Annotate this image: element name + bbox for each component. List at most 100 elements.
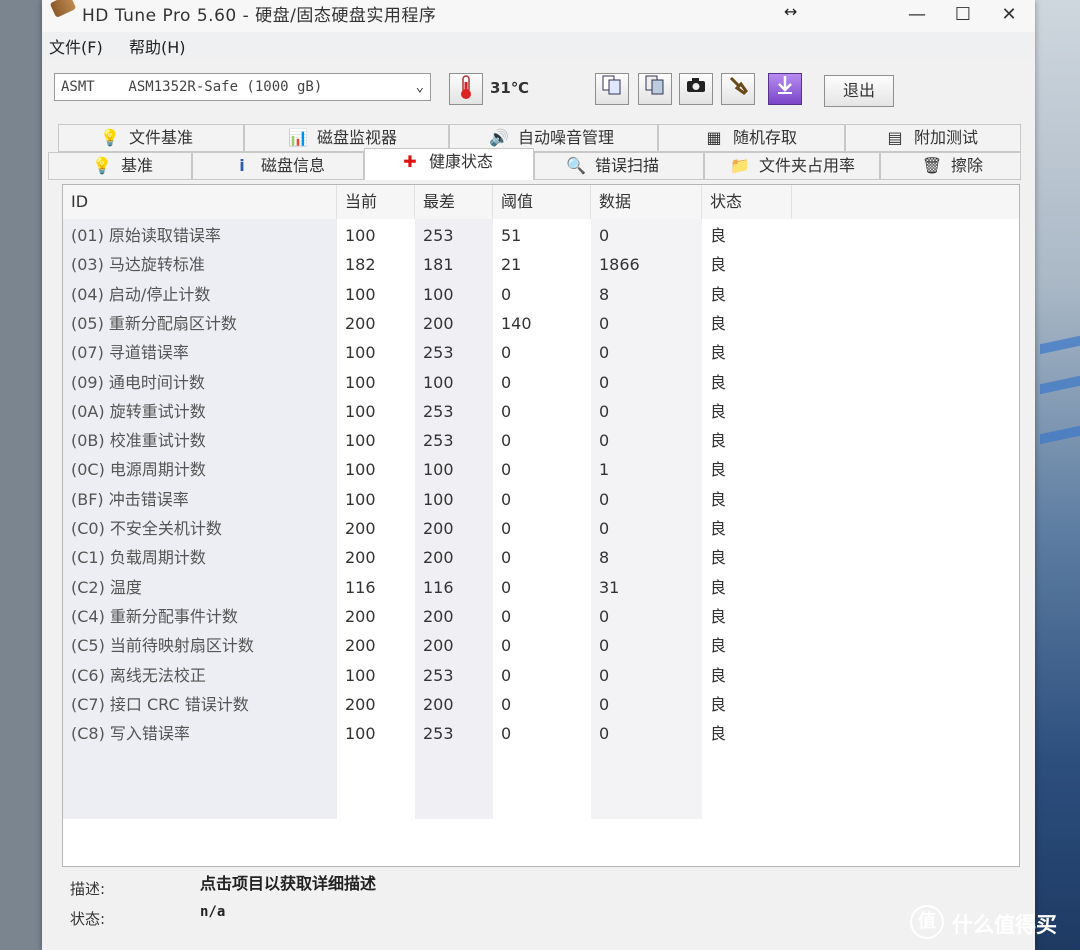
attribute-name: (C4) 重新分配事件计数 [71, 606, 238, 626]
data-value: 0 [599, 431, 610, 451]
table-row[interactable]: (C2) 温度 116 116 0 31 良 [63, 573, 1019, 602]
current-value: 100 [345, 226, 376, 245]
attribute-name: (04) 启动/停止计数 [71, 284, 211, 304]
table-row[interactable]: (07) 寻道错误率 100 253 0 0 良 [63, 338, 1019, 367]
table-row[interactable]: (C1) 负载周期计数 200 200 0 8 良 [63, 543, 1019, 572]
current-value: 182 [345, 255, 376, 275]
extra-tests-icon: ▤ [887, 128, 903, 147]
worst-value: 116 [423, 577, 454, 597]
table-header: ID 当前 最差 阈值 数据 状态 [63, 185, 1019, 219]
header-threshold[interactable]: 阈值 [493, 185, 591, 219]
drive-select[interactable]: ASMT ASM1352R-Safe (1000 gB) ⌄ [54, 73, 431, 101]
status-value: 良 [710, 665, 727, 685]
table-row[interactable]: (C0) 不安全关机计数 200 200 0 0 良 [63, 514, 1019, 543]
table-row[interactable]: (C5) 当前待映射扇区计数 200 200 0 0 良 [63, 631, 1019, 660]
toolbar: ASMT ASM1352R-Safe (1000 gB) ⌄ 31℃ 退出 [42, 58, 1035, 118]
tab-label: 磁盘监视器 [317, 128, 398, 147]
data-value: 0 [599, 606, 610, 626]
attribute-name: (0C) 电源周期计数 [71, 460, 206, 480]
tab-disk-info[interactable]: i 磁盘信息 [192, 152, 364, 180]
menu-file[interactable]: 文件(F) [49, 34, 103, 58]
app-window: HD Tune Pro 5.60 - 硬盘/固态硬盘实用程序 ↔ — ☐ ✕ 文… [42, 0, 1035, 950]
attribute-name: (C8) 写入错误率 [71, 724, 190, 744]
worst-value: 253 [423, 343, 454, 363]
threshold-value: 0 [501, 548, 512, 568]
tab-random-access[interactable]: ▦ 随机存取 [658, 124, 845, 152]
menu-help[interactable]: 帮助(H) [129, 34, 186, 58]
attribute-name: (09) 通电时间计数 [71, 372, 205, 392]
details-footer: 描述: 点击项目以获取详细描述 状态: n/a [42, 868, 1035, 950]
header-worst[interactable]: 最差 [415, 185, 493, 219]
temperature-readout: 31℃ [490, 79, 530, 97]
worst-value: 253 [423, 431, 454, 451]
tab-benchmark[interactable]: 💡 基准 [48, 152, 192, 180]
tab-folder-usage[interactable]: 📁 文件夹占用率 [704, 152, 880, 180]
tab-extra-tests[interactable]: ▤ 附加测试 [845, 124, 1021, 152]
current-value: 200 [345, 519, 376, 538]
table-row[interactable]: (03) 马达旋转标准 182 181 21 1866 良 [63, 250, 1019, 279]
table-row[interactable]: (C6) 离线无法校正 100 253 0 0 良 [63, 661, 1019, 690]
attribute-name: (C1) 负载周期计数 [71, 548, 206, 568]
watermark-logo: 值 [910, 905, 944, 939]
table-row[interactable]: (C7) 接口 CRC 错误计数 200 200 0 0 良 [63, 690, 1019, 719]
tab-label: 附加测试 [914, 128, 979, 147]
window-title: HD Tune Pro 5.60 - 硬盘/固态硬盘实用程序 [82, 6, 437, 26]
status-value: 良 [710, 431, 727, 451]
worst-value: 200 [423, 606, 454, 626]
table-row[interactable]: (0C) 电源周期计数 100 100 0 1 良 [63, 455, 1019, 484]
header-id[interactable]: ID [63, 185, 337, 219]
threshold-value: 0 [501, 460, 512, 480]
minimize-button[interactable]: — [894, 0, 940, 30]
table-row[interactable]: (05) 重新分配扇区计数 200 200 140 0 良 [63, 309, 1019, 338]
header-status[interactable]: 状态 [702, 185, 792, 219]
table-row[interactable]: (C4) 重新分配事件计数 200 200 0 0 良 [63, 602, 1019, 631]
options-button[interactable] [721, 73, 755, 105]
attribute-name: (C6) 离线无法校正 [71, 665, 206, 685]
copy-all-button[interactable] [638, 73, 672, 105]
header-current[interactable]: 当前 [337, 185, 415, 219]
tab-file-benchmark[interactable]: 💡 文件基准 [58, 124, 244, 152]
current-value: 100 [345, 372, 376, 392]
current-value: 100 [345, 489, 376, 509]
table-row[interactable]: (01) 原始读取错误率 100 253 51 0 良 [63, 221, 1019, 250]
tab-error-scan[interactable]: 🔍 错误扫描 [534, 152, 704, 180]
tab-label: 自动噪音管理 [518, 128, 615, 147]
attribute-name: (0B) 校准重试计数 [71, 431, 206, 451]
threshold-value: 0 [501, 665, 512, 685]
worst-value: 100 [423, 489, 454, 509]
random-access-icon: ▦ [706, 128, 722, 147]
table-row[interactable]: (C8) 写入错误率 100 253 0 0 良 [63, 719, 1019, 748]
threshold-value: 0 [501, 694, 512, 714]
current-value: 100 [345, 343, 376, 363]
tab-label: 磁盘信息 [261, 156, 326, 175]
table-row[interactable]: (09) 通电时间计数 100 100 0 0 良 [63, 368, 1019, 397]
save-button[interactable] [768, 73, 802, 105]
status-value: n/a [200, 904, 226, 920]
maximize-button[interactable]: ☐ [940, 0, 986, 30]
status-value: 良 [710, 401, 727, 421]
status-value: 良 [710, 226, 727, 245]
header-data[interactable]: 数据 [591, 185, 702, 219]
health-panel: ID 当前 最差 阈值 数据 状态 (01) 原始读取错误率 100 253 51 0 良… [62, 184, 1020, 867]
red-cross-icon: ✚ [403, 152, 417, 171]
data-value: 0 [599, 401, 610, 421]
tab-health[interactable]: ✚ 健康状态 [364, 148, 534, 180]
screenshot-button[interactable] [679, 73, 713, 105]
attribute-name: (07) 寻道错误率 [71, 343, 189, 363]
worst-value: 200 [423, 313, 454, 333]
table-row[interactable]: (04) 启动/停止计数 100 100 0 8 良 [63, 280, 1019, 309]
worst-value: 253 [423, 401, 454, 421]
folder-icon: 📁 [730, 156, 750, 175]
table-row[interactable]: (0B) 校准重试计数 100 253 0 0 良 [63, 426, 1019, 455]
attribute-name: (01) 原始读取错误率 [71, 226, 221, 245]
status-value: 良 [710, 255, 727, 275]
exit-button[interactable]: 退出 [824, 75, 894, 107]
table-row[interactable]: (0A) 旋转重试计数 100 253 0 0 良 [63, 397, 1019, 426]
tab-erase[interactable]: 🗑 擦除 [880, 152, 1021, 180]
wrench-icon [727, 76, 749, 100]
copy-info-button[interactable] [595, 73, 629, 105]
threshold-value: 0 [501, 401, 512, 421]
table-row[interactable]: (BF) 冲击错误率 100 100 0 0 良 [63, 485, 1019, 514]
close-button[interactable]: ✕ [986, 0, 1032, 30]
current-value: 116 [345, 577, 376, 597]
